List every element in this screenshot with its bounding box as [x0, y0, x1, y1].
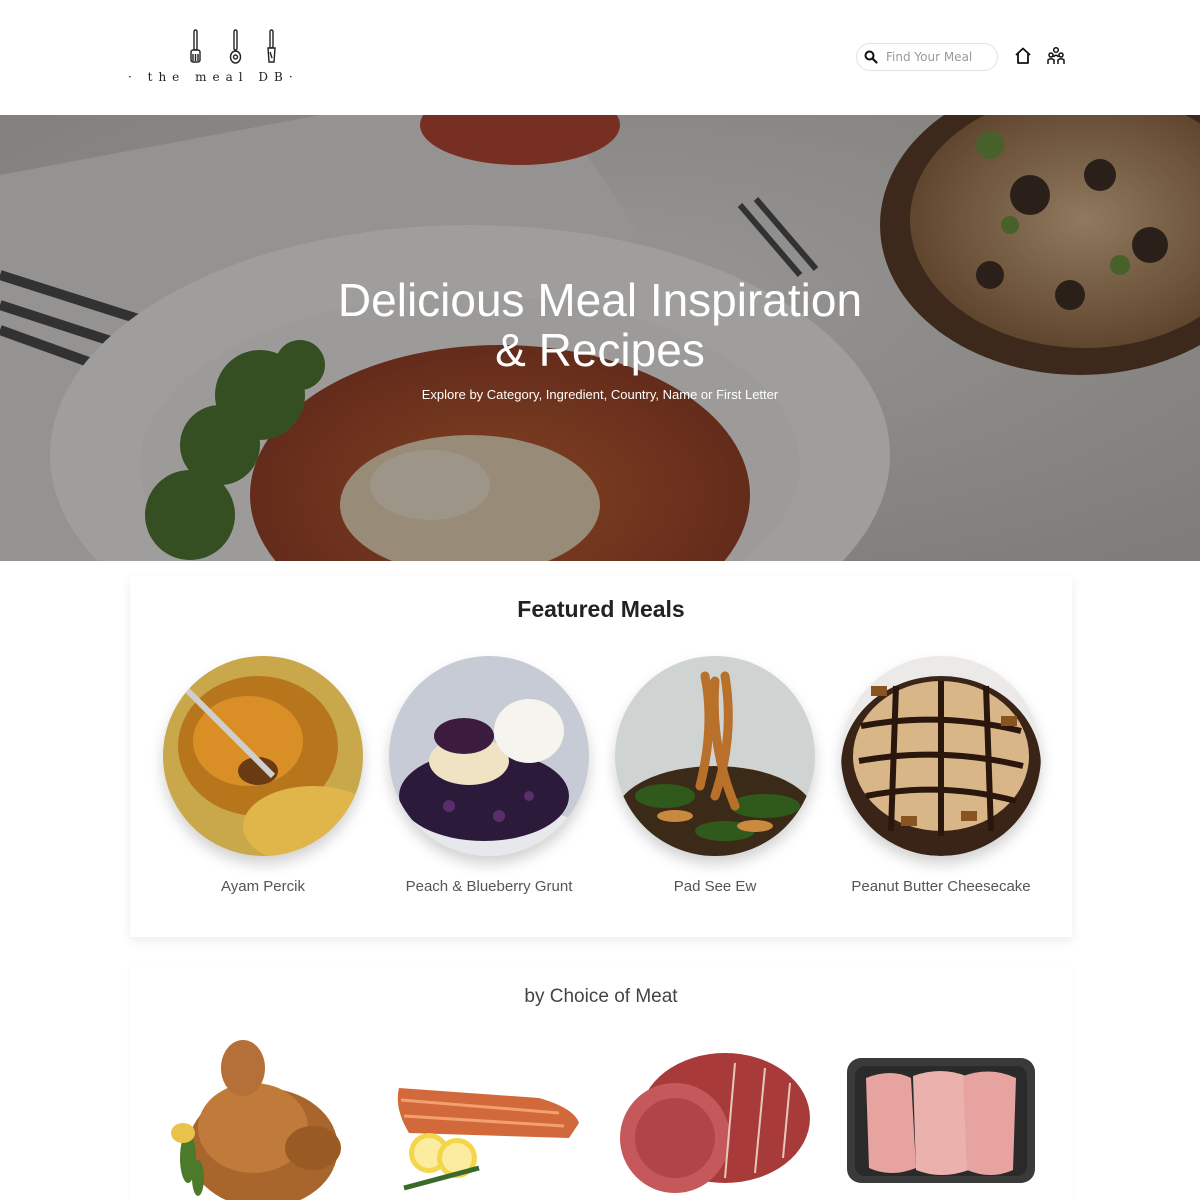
hero-banner: Delicious Meal Inspiration & Recipes Exp…: [0, 115, 1200, 561]
meal-name[interactable]: Ayam Percik: [163, 878, 363, 895]
hero-subtitle: Explore by Category, Ingredient, Country…: [421, 387, 779, 402]
search-icon[interactable]: [864, 50, 878, 64]
meal-thumbnail[interactable]: [841, 656, 1041, 856]
meat-choice-card: by Choice of Meat: [130, 966, 1072, 1200]
meat-salmon[interactable]: [389, 1038, 589, 1200]
meal-card-ayam-percik[interactable]: Ayam Percik: [163, 656, 363, 895]
home-icon[interactable]: [1013, 46, 1033, 66]
users-icon[interactable]: [1046, 46, 1066, 66]
hero-title-line1: Delicious Meal Inspiration: [337, 274, 863, 326]
featured-meals-card: Featured Meals Ayam Percik Peach & Blueb…: [130, 576, 1072, 937]
meal-name[interactable]: Pad See Ew: [615, 878, 815, 895]
meal-thumbnail[interactable]: [389, 656, 589, 856]
meal-thumbnail[interactable]: [615, 656, 815, 856]
meal-card-peanut-butter-cheesecake[interactable]: Peanut Butter Cheesecake: [841, 656, 1041, 895]
salmon-image: [397, 1088, 579, 1191]
search-input[interactable]: [886, 50, 986, 64]
site-header: · the meal DB·: [0, 0, 1200, 115]
meal-card-pad-see-ew[interactable]: Pad See Ew: [615, 656, 815, 895]
meat-choice-title: by Choice of Meat: [524, 986, 678, 1007]
meal-name[interactable]: Peach & Blueberry Grunt: [389, 878, 589, 895]
hero-title: Delicious Meal Inspiration & Recipes: [250, 275, 950, 375]
meal-thumbnail[interactable]: [163, 656, 363, 856]
meal-card-peach-blueberry-grunt[interactable]: Peach & Blueberry Grunt: [389, 656, 589, 895]
site-logo[interactable]: · the meal DB·: [128, 28, 343, 88]
meat-chicken[interactable]: [163, 1038, 363, 1200]
meat-beef[interactable]: [615, 1038, 815, 1200]
search-bar[interactable]: [856, 43, 998, 71]
featured-meals-title: Featured Meals: [517, 596, 685, 622]
logo-text: · the meal DB·: [128, 70, 299, 84]
pork-image: [847, 1058, 1035, 1183]
meal-name[interactable]: Peanut Butter Cheesecake: [841, 878, 1041, 895]
chicken-image: [171, 1040, 341, 1200]
utensils-icon: [190, 29, 276, 64]
meat-pork[interactable]: [841, 1038, 1041, 1200]
beef-image: [620, 1053, 810, 1193]
hero-title-line2: & Recipes: [495, 324, 705, 376]
